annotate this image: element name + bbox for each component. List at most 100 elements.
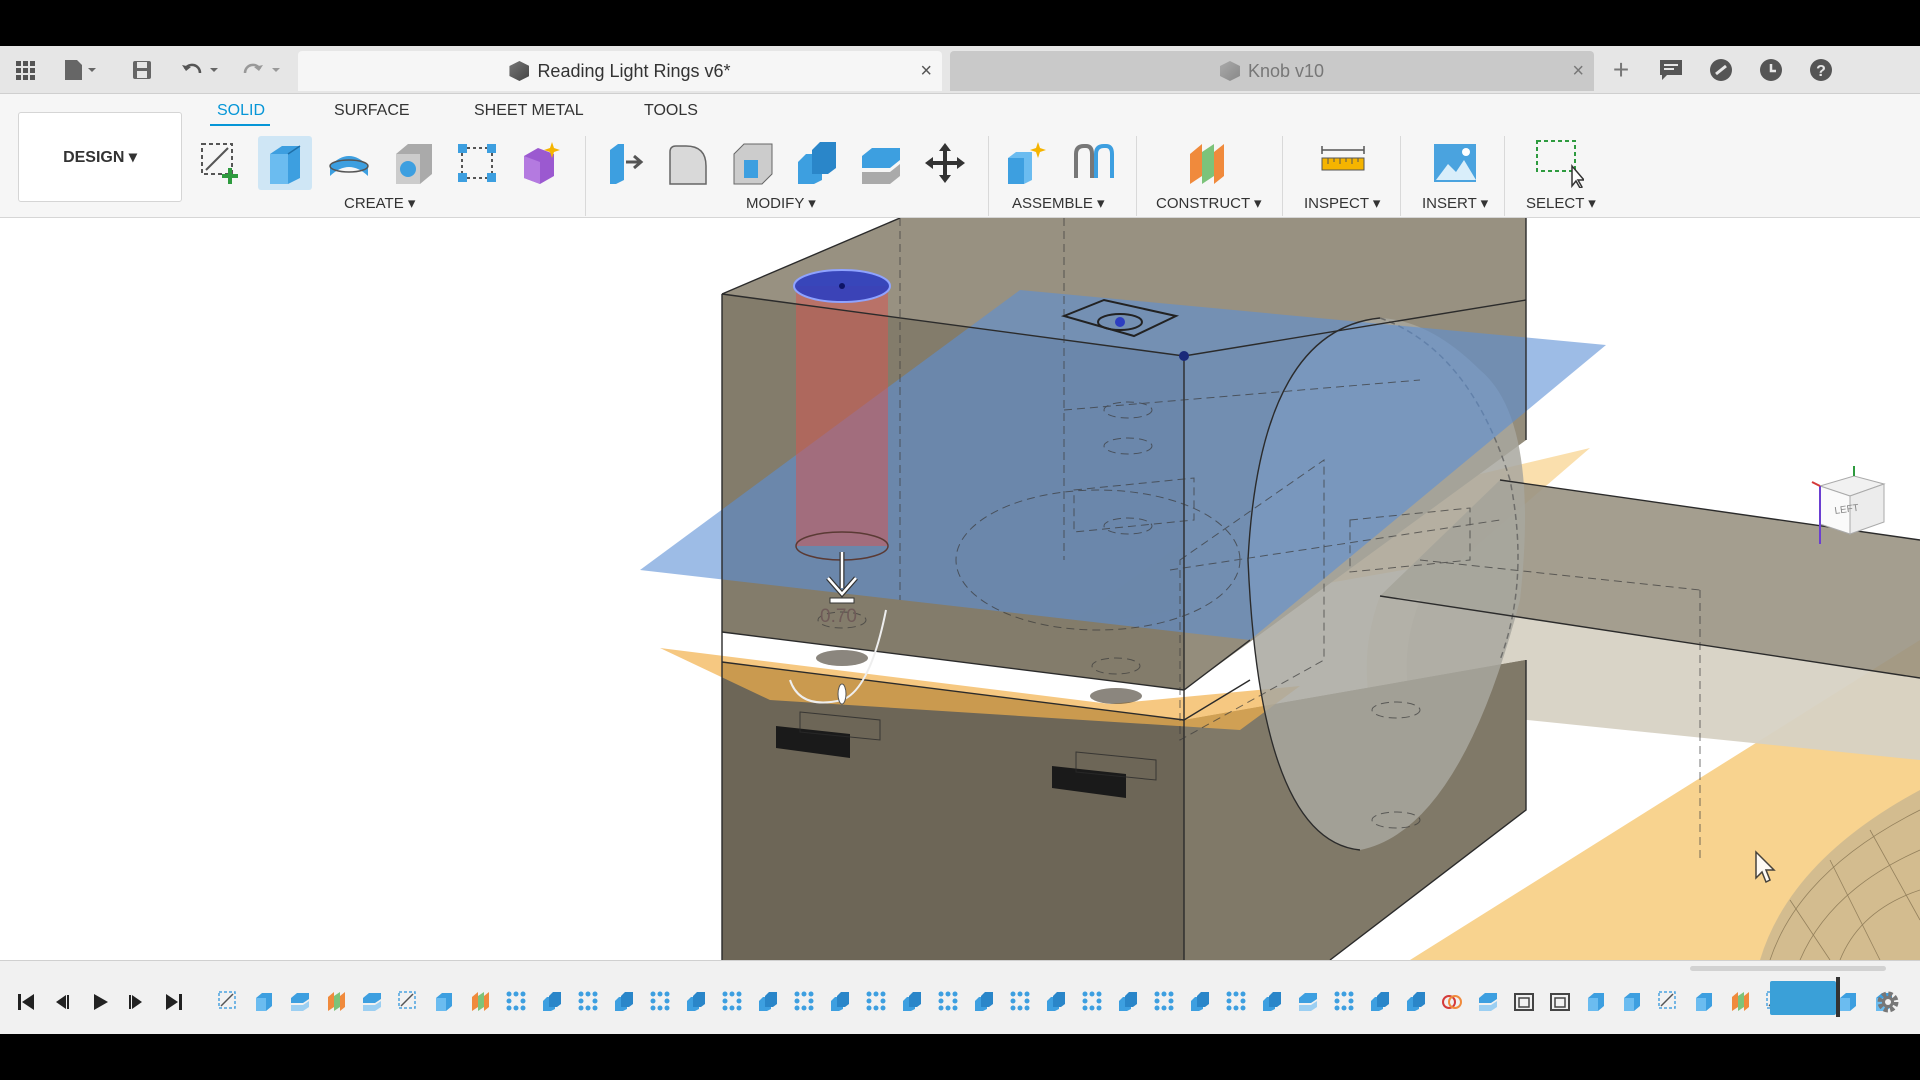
- redo-icon[interactable]: [238, 56, 286, 84]
- tab-sheet-metal[interactable]: SHEET METAL: [474, 102, 584, 120]
- go-to-start-icon[interactable]: [10, 987, 42, 1017]
- timeline-feature-pattern-icon[interactable]: [790, 987, 818, 1015]
- timeline-feature-sketch-icon[interactable]: [1654, 987, 1682, 1015]
- timeline-feature-sketch-icon[interactable]: [394, 987, 422, 1015]
- timeline-feature-pattern-icon[interactable]: [1150, 987, 1178, 1015]
- timeline-scrollbar[interactable]: [1690, 966, 1886, 971]
- timeline-feature-combine-icon[interactable]: [1402, 987, 1430, 1015]
- select-menu[interactable]: SELECT ▾: [1526, 194, 1596, 212]
- step-back-icon[interactable]: [46, 987, 78, 1017]
- timeline-feature-plane-icon[interactable]: [322, 987, 350, 1015]
- timeline-feature-pattern-icon[interactable]: [1222, 987, 1250, 1015]
- timeline-feature-offset-icon[interactable]: [1474, 987, 1502, 1015]
- new-component-icon[interactable]: [1000, 136, 1054, 190]
- timeline-feature-combine-icon[interactable]: [1186, 987, 1214, 1015]
- move-icon[interactable]: [918, 136, 972, 190]
- tab-tools[interactable]: TOOLS: [644, 102, 698, 120]
- timeline-feature-combine-icon[interactable]: [1114, 987, 1142, 1015]
- tab-surface[interactable]: SURFACE: [334, 102, 410, 120]
- inspect-menu[interactable]: INSPECT ▾: [1304, 194, 1380, 212]
- timeline-feature-combine-icon[interactable]: [1042, 987, 1070, 1015]
- play-icon[interactable]: [84, 987, 116, 1017]
- timeline-feature-pattern-icon[interactable]: [502, 987, 530, 1015]
- timeline-feature-pattern-icon[interactable]: [1078, 987, 1106, 1015]
- step-forward-icon[interactable]: [120, 987, 152, 1017]
- shell-icon[interactable]: [726, 136, 780, 190]
- timeline-feature-shell-icon[interactable]: [1546, 987, 1574, 1015]
- timeline-current-feature[interactable]: [1770, 981, 1836, 1015]
- timeline-feature-pattern-icon[interactable]: [1006, 987, 1034, 1015]
- timeline-feature-combine-icon[interactable]: [826, 987, 854, 1015]
- measure-icon[interactable]: [1316, 136, 1370, 190]
- timeline-feature-combine-icon[interactable]: [538, 987, 566, 1015]
- window-select-icon[interactable]: [1532, 136, 1586, 190]
- timeline-feature-offset-icon[interactable]: [286, 987, 314, 1015]
- help-icon[interactable]: ?: [1806, 56, 1836, 84]
- timeline-feature-joint-icon[interactable]: [1438, 987, 1466, 1015]
- timeline-feature-sketch-icon[interactable]: [214, 987, 242, 1015]
- timeline-feature-extrude-icon[interactable]: [1618, 987, 1646, 1015]
- revolve-icon[interactable]: [322, 136, 376, 190]
- tab-knob[interactable]: Knob v10 ×: [950, 51, 1594, 91]
- app-grid-icon[interactable]: [12, 56, 38, 84]
- combine-icon[interactable]: [790, 136, 844, 190]
- extrude-icon[interactable]: [258, 136, 312, 190]
- timeline-marker[interactable]: [1836, 977, 1840, 1017]
- design-canvas[interactable]: 0.70 LEFT: [0, 218, 1920, 960]
- new-tab-icon[interactable]: +: [1606, 54, 1636, 85]
- timeline-feature-extrude-icon[interactable]: [250, 987, 278, 1015]
- timeline-feature-extrude-icon[interactable]: [1690, 987, 1718, 1015]
- joint-icon[interactable]: [1066, 136, 1120, 190]
- close-tab-icon[interactable]: ×: [1572, 60, 1584, 83]
- timeline-feature-pattern-icon[interactable]: [646, 987, 674, 1015]
- hole-icon[interactable]: [386, 136, 440, 190]
- settings-gear-icon[interactable]: [1873, 987, 1903, 1017]
- timeline-feature-pattern-icon[interactable]: [934, 987, 962, 1015]
- construct-menu[interactable]: CONSTRUCT ▾: [1156, 194, 1262, 212]
- timeline-feature-plane-icon[interactable]: [466, 987, 494, 1015]
- timeline-feature-combine-icon[interactable]: [970, 987, 998, 1015]
- timeline-feature-offset-icon[interactable]: [358, 987, 386, 1015]
- timeline-feature-combine-icon[interactable]: [898, 987, 926, 1015]
- pattern-icon[interactable]: [450, 136, 504, 190]
- model-viewport[interactable]: [0, 218, 1920, 960]
- undo-icon[interactable]: [178, 56, 226, 84]
- timeline-feature-combine-icon[interactable]: [1258, 987, 1286, 1015]
- notifications-icon[interactable]: [1656, 56, 1686, 84]
- extrude-preview[interactable]: [796, 286, 888, 546]
- modify-menu[interactable]: MODIFY ▾: [746, 194, 816, 212]
- timeline-feature-combine-icon[interactable]: [1366, 987, 1394, 1015]
- offset-face-icon[interactable]: [854, 136, 908, 190]
- timeline-feature-combine-icon[interactable]: [682, 987, 710, 1015]
- timeline-feature-pattern-icon[interactable]: [862, 987, 890, 1015]
- timeline-feature-pattern-icon[interactable]: [718, 987, 746, 1015]
- create-sketch-icon[interactable]: [194, 136, 248, 190]
- assemble-menu[interactable]: ASSEMBLE ▾: [1012, 194, 1105, 212]
- tab-reading-light-rings[interactable]: Reading Light Rings v6* ×: [298, 51, 942, 91]
- timeline-feature-offset-icon[interactable]: [1294, 987, 1322, 1015]
- timeline-feature-combine-icon[interactable]: [610, 987, 638, 1015]
- insert-canvas-icon[interactable]: [1428, 136, 1482, 190]
- timeline-feature-plane-icon[interactable]: [1726, 987, 1754, 1015]
- file-menu-icon[interactable]: [60, 56, 100, 84]
- timeline-feature-extrude-icon[interactable]: [1582, 987, 1610, 1015]
- timeline-feature-combine-icon[interactable]: [754, 987, 782, 1015]
- tab-solid[interactable]: SOLID: [217, 102, 265, 120]
- insert-menu[interactable]: INSERT ▾: [1422, 194, 1488, 212]
- workspace-switcher-button[interactable]: DESIGN ▾: [18, 112, 182, 202]
- create-form-icon[interactable]: [514, 136, 568, 190]
- create-menu[interactable]: CREATE ▾: [344, 194, 415, 212]
- timeline-feature-shell-icon[interactable]: [1510, 987, 1538, 1015]
- timeline-feature-extrude-icon[interactable]: [430, 987, 458, 1015]
- offset-plane-icon[interactable]: [1180, 136, 1234, 190]
- save-icon[interactable]: [128, 56, 156, 84]
- job-status-icon[interactable]: [1706, 56, 1736, 84]
- viewcube[interactable]: LEFT: [1808, 464, 1890, 548]
- fillet-icon[interactable]: [662, 136, 716, 190]
- extrude-distance-value[interactable]: 0.70: [820, 606, 857, 628]
- close-tab-icon[interactable]: ×: [920, 60, 932, 83]
- timeline-feature-pattern-icon[interactable]: [574, 987, 602, 1015]
- history-icon[interactable]: [1756, 56, 1786, 84]
- press-pull-icon[interactable]: [598, 136, 652, 190]
- go-to-end-icon[interactable]: [158, 987, 190, 1017]
